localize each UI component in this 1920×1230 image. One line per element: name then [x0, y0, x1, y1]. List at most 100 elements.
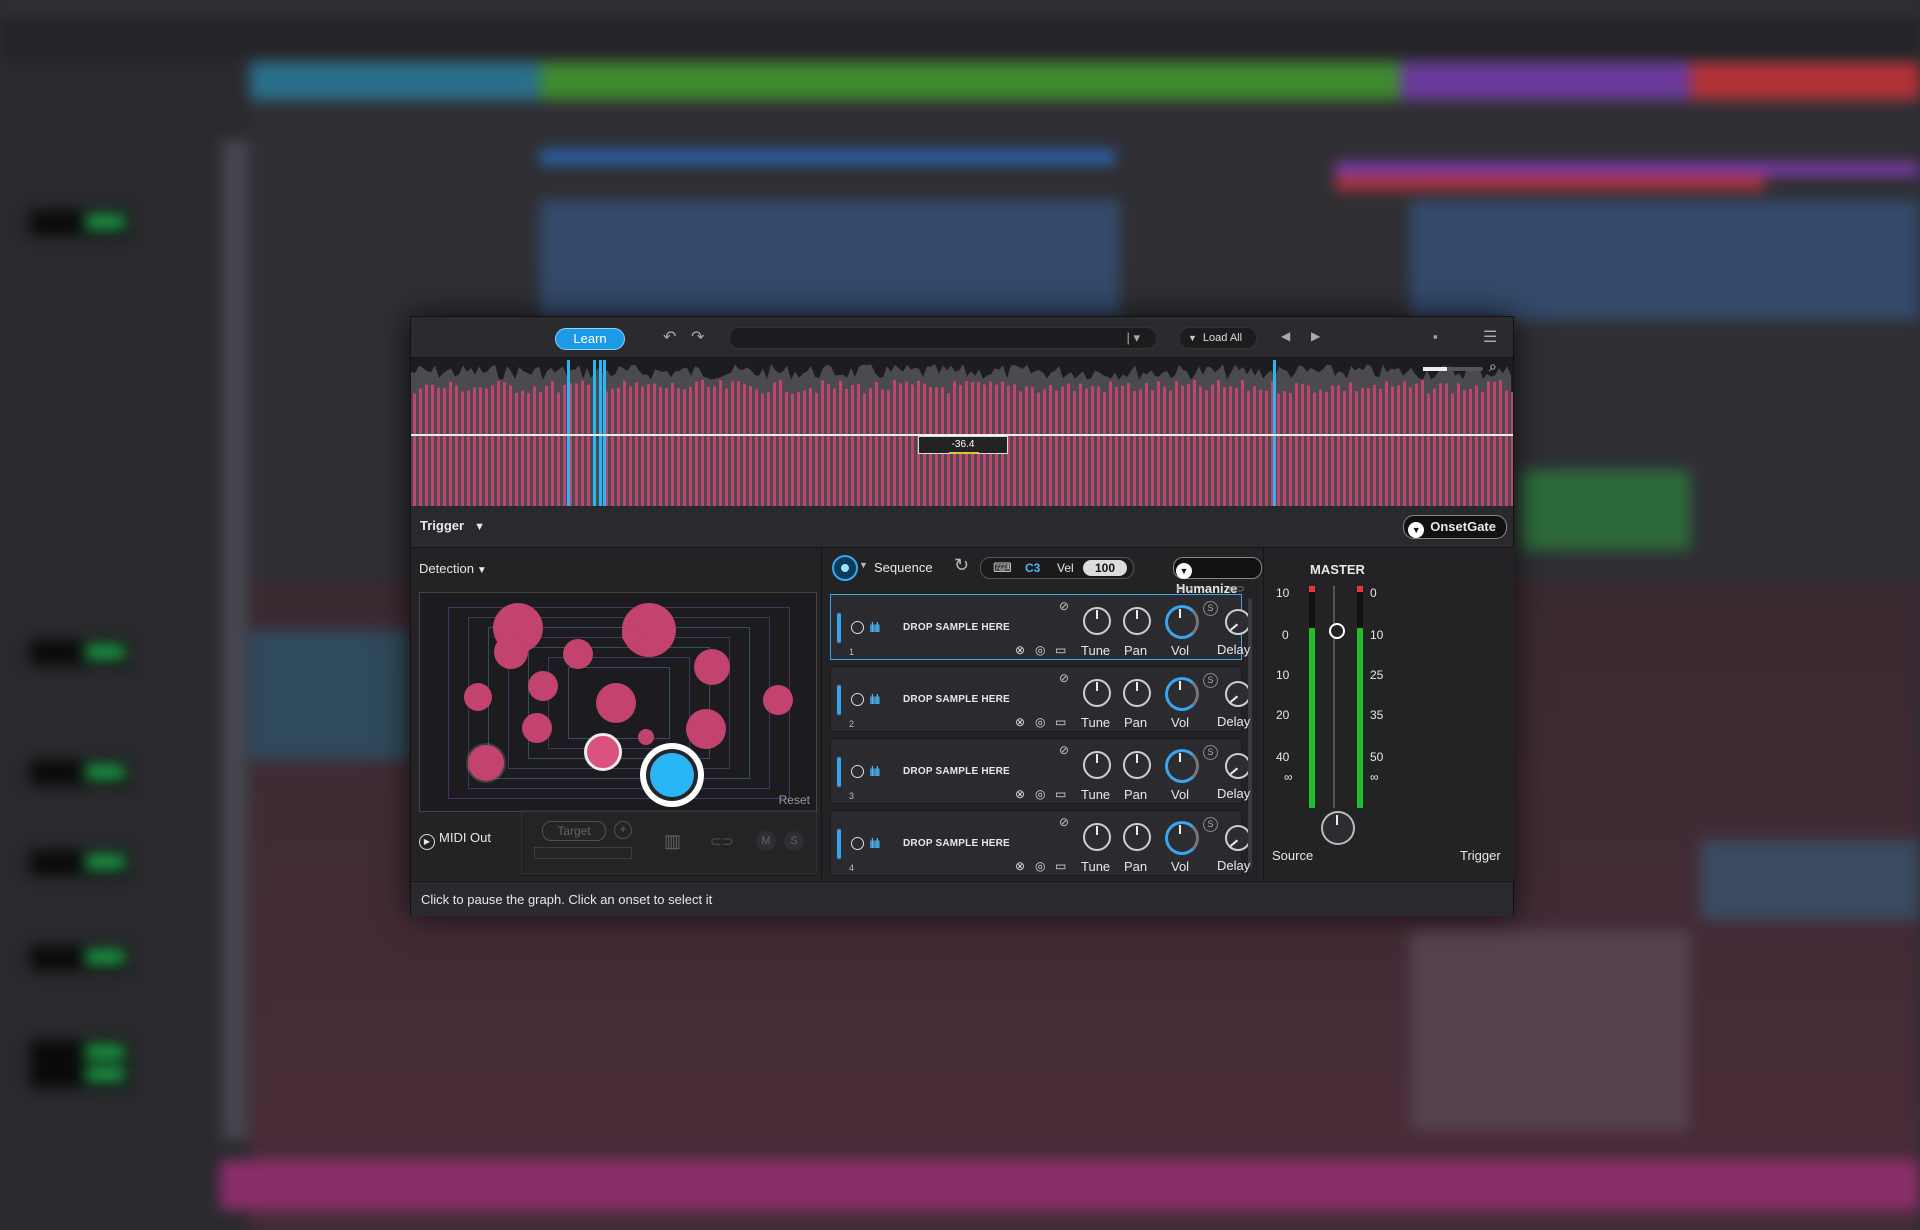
onset-bar[interactable]	[899, 383, 902, 506]
onset-bar[interactable]	[1079, 383, 1082, 506]
drop-sample-label[interactable]: DROP SAMPLE HERE	[903, 622, 1010, 633]
onset-bar[interactable]	[647, 384, 650, 506]
onset-bar[interactable]	[1487, 381, 1490, 506]
onset-bar[interactable]	[1481, 391, 1484, 506]
pan-knob[interactable]	[1123, 751, 1151, 779]
onset-bar[interactable]	[1037, 392, 1040, 506]
onset-bar[interactable]	[1109, 381, 1112, 506]
solo-toggle[interactable]: S	[1203, 745, 1218, 760]
onset-bar[interactable]	[1391, 386, 1394, 506]
onset-bar[interactable]	[563, 384, 566, 506]
keyboard-icon[interactable]: ⌨	[993, 558, 1012, 578]
sample-slot[interactable]: ılıılı DROP SAMPLE HERE 2 ⊗ ◎ ▭ ⊘ Tune P…	[830, 666, 1251, 732]
onset-bar[interactable]	[911, 384, 914, 506]
target-cursor-dot[interactable]	[650, 753, 694, 797]
folder-icon[interactable]: ▭	[1055, 715, 1066, 729]
onset-bar[interactable]	[461, 391, 464, 506]
remove-sample-icon[interactable]: ⊗	[1015, 643, 1025, 657]
onset-bar[interactable]	[1133, 390, 1136, 506]
onset-bar[interactable]	[1061, 386, 1064, 506]
load-all-button[interactable]: ▼ Load All	[1179, 327, 1257, 349]
midi-out-toggle[interactable]: ▶ MIDI Out	[419, 830, 491, 850]
onset-bar[interactable]	[431, 384, 434, 506]
onset-bar-selected[interactable]	[603, 360, 606, 506]
onset-bar[interactable]	[653, 383, 656, 506]
preset-selector[interactable]: | ▾	[729, 327, 1157, 349]
onset-bar[interactable]	[1469, 388, 1472, 506]
onset-dot[interactable]	[494, 635, 528, 669]
onset-bar[interactable]	[1229, 386, 1232, 506]
onset-bar[interactable]	[1319, 389, 1322, 506]
onset-bar[interactable]	[635, 382, 638, 506]
sample-slot[interactable]: ılıılı DROP SAMPLE HERE 4 ⊗ ◎ ▭ ⊘ Tune P…	[830, 810, 1251, 876]
onset-bar[interactable]	[1199, 386, 1202, 506]
onset-bar[interactable]	[1289, 393, 1292, 506]
onsetgate-dropdown[interactable]: ▼ OnsetGate	[1403, 515, 1507, 539]
onset-bar[interactable]	[743, 384, 746, 506]
onset-bar[interactable]	[1397, 385, 1400, 506]
onset-bar[interactable]	[1403, 381, 1406, 506]
onset-bar[interactable]	[503, 381, 506, 506]
onset-bar[interactable]	[455, 385, 458, 506]
onset-bar[interactable]	[1073, 390, 1076, 506]
chevron-down-icon[interactable]: ▼	[859, 560, 868, 570]
onset-bar[interactable]	[1337, 385, 1340, 506]
onset-bar[interactable]	[887, 389, 890, 506]
onset-bar[interactable]	[737, 381, 740, 506]
onset-bar[interactable]	[1217, 380, 1220, 506]
onset-bar[interactable]	[557, 392, 560, 506]
solo-toggle[interactable]: S	[1203, 601, 1218, 616]
onset-bar[interactable]	[1025, 386, 1028, 506]
sample-options-icon[interactable]: ◎	[1035, 643, 1045, 657]
solo-toggle[interactable]: S	[1203, 673, 1218, 688]
onset-bar[interactable]	[1409, 387, 1412, 506]
velocity-value[interactable]: 100	[1083, 560, 1127, 576]
onset-bar[interactable]	[1457, 383, 1460, 506]
onset-dot[interactable]	[694, 649, 730, 685]
onset-bar[interactable]	[875, 382, 878, 506]
slot-enable-bar[interactable]	[837, 613, 841, 643]
onset-bar[interactable]	[1031, 387, 1034, 506]
onset-dot[interactable]	[528, 671, 558, 701]
zoom-icon[interactable]: ⌕	[1489, 358, 1497, 375]
phase-invert-icon[interactable]: ⊘	[1059, 599, 1069, 613]
remove-sample-icon[interactable]: ⊗	[1015, 859, 1025, 873]
vol-knob[interactable]	[1165, 605, 1199, 639]
onset-bar[interactable]	[1187, 383, 1190, 506]
onset-bar[interactable]	[689, 386, 692, 506]
onset-dot[interactable]	[596, 683, 636, 723]
onset-bar[interactable]	[797, 391, 800, 506]
onset-bar[interactable]	[1493, 381, 1496, 506]
onset-bar[interactable]	[575, 383, 578, 506]
onset-bar[interactable]	[905, 381, 908, 506]
onset-bar-selected[interactable]	[593, 360, 596, 506]
slot-enable-bar[interactable]	[837, 757, 841, 787]
onset-bar[interactable]	[1325, 392, 1328, 506]
onset-bar[interactable]	[1049, 385, 1052, 506]
onset-bar[interactable]	[857, 384, 860, 506]
onset-bar[interactable]	[1235, 387, 1238, 506]
phase-invert-icon[interactable]: ⊘	[1059, 743, 1069, 757]
onset-bar[interactable]	[1091, 386, 1094, 506]
onset-bar[interactable]	[551, 381, 554, 506]
onset-bar[interactable]	[1439, 383, 1442, 506]
onset-bar[interactable]	[1097, 386, 1100, 506]
onset-bar[interactable]	[1139, 389, 1142, 506]
onset-bar[interactable]	[815, 392, 818, 506]
onset-bar[interactable]	[521, 390, 524, 506]
onset-bar[interactable]	[677, 388, 680, 506]
onset-bar[interactable]	[1451, 393, 1454, 506]
solo-toggle[interactable]: S	[1203, 817, 1218, 832]
sample-options-icon[interactable]: ◎	[1035, 715, 1045, 729]
learn-button[interactable]: Learn	[555, 328, 625, 350]
onset-graph[interactable]: -36.4 ⌕	[411, 358, 1513, 506]
onset-bar[interactable]	[1475, 385, 1478, 506]
onset-bar[interactable]	[767, 392, 770, 506]
onset-bar[interactable]	[1295, 383, 1298, 506]
onset-bar[interactable]	[425, 384, 428, 506]
onset-bar[interactable]	[671, 383, 674, 506]
reset-button[interactable]: Reset	[779, 793, 810, 807]
onset-bar[interactable]	[533, 386, 536, 506]
onset-bar[interactable]	[1343, 391, 1346, 506]
onset-dot[interactable]	[522, 713, 552, 743]
